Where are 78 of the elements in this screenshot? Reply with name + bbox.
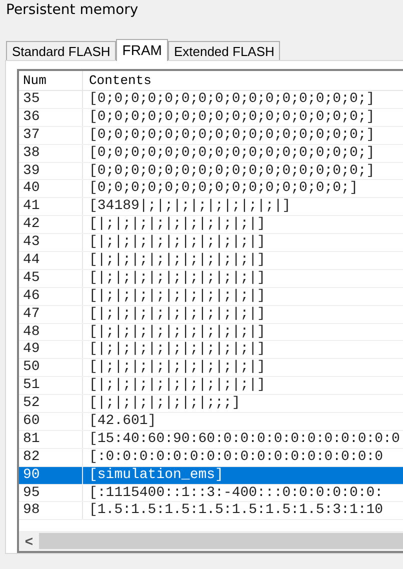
num-cell: 44: [19, 252, 83, 269]
horizontal-scrollbar[interactable]: <: [19, 531, 403, 551]
table-row[interactable]: 48 [|;|;|;|;|;|;|;|;|;|]: [19, 324, 403, 342]
num-cell: 47: [19, 306, 83, 323]
num-cell: 43: [19, 234, 83, 252]
table-row[interactable]: 37 [0;0;0;0;0;0;0;0;0;0;0;0;0;0;0;0;]: [19, 126, 403, 145]
num-cell: 42: [19, 216, 83, 234]
table-row[interactable]: 42 [|;|;|;|;|;|;|;|;|;|]: [19, 216, 403, 234]
table-row[interactable]: 36 [0;0;0;0;0;0;0;0;0;0;0;0;0;0;0;0;]: [19, 108, 403, 127]
num-cell: 52: [19, 395, 83, 412]
table-row[interactable]: 43 [|;|;|;|;|;|;|;|;|;|]: [19, 234, 403, 252]
contents-cell-text: [0;0;0;0;0;0;0;0;0;0;0;0;0;0;0;0;]: [88, 162, 375, 180]
contents-cell-text: [1.5:1.5:1.5:1.5:1.5:1.5:1.5:3:1:10: [88, 502, 384, 520]
table-row[interactable]: 39 [0;0;0;0;0;0;0;0;0;0;0;0;0;0;0;0;]: [19, 162, 403, 180]
contents-cell-text: [:0:0:0:0:0:0:0:0:0:0:0:0:0:0:0:0:0: [88, 448, 384, 466]
table-row[interactable]: 50 [|;|;|;|;|;|;|;|;|;|]: [19, 359, 403, 378]
contents-cell-text: [|;|;|;|;|;|;|;|;|;|]: [88, 234, 266, 252]
contents-cell-text: [|;|;|;|;|;|;|;|;|;|]: [88, 288, 266, 305]
num-cell: 38: [19, 144, 83, 162]
num-cell: 36: [19, 108, 83, 126]
num-cell: 35: [19, 91, 83, 108]
table-row[interactable]: 52 [|;|;|;|;|;|;|;;;]: [19, 395, 403, 414]
num-cell: 81: [19, 430, 83, 448]
table-row[interactable]: 95 [:1115400::1::3:-400:::0:0:0:0:0:0:: [19, 484, 403, 502]
column-header[interactable]: Contents: [83, 71, 152, 90]
contents-cell-text: [|;|;|;|;|;|;|;;;]: [88, 395, 240, 412]
contents-cell-text: [34189|;|;|;|;|;|;|;|;|]: [88, 198, 291, 216]
table-row[interactable]: 46 [|;|;|;|;|;|;|;|;|;|]: [19, 288, 403, 306]
num-cell: 48: [19, 324, 83, 340]
contents-cell-text: [:1115400::1::3:-400:::0:0:0:0:0:0:: [88, 484, 384, 502]
num-cell: 50: [19, 359, 83, 376]
table-row[interactable]: 98 [1.5:1.5:1.5:1.5:1.5:1.5:1.5:3:1:10: [19, 502, 403, 520]
tab[interactable]: Extended FLASH: [168, 41, 280, 60]
table-row[interactable]: 49 [|;|;|;|;|;|;|;|;|;|]: [19, 341, 403, 360]
num-cell: 98: [19, 502, 83, 520]
contents-cell-text: [0;0;0;0;0;0;0;0;0;0;0;0;0;0;0;0;]: [88, 91, 375, 108]
num-cell: 95: [19, 484, 83, 502]
num-cell: 49: [19, 341, 83, 358]
contents-cell-text: [|;|;|;|;|;|;|;|;|;|]: [88, 270, 266, 287]
table-row[interactable]: 35 [0;0;0;0;0;0;0;0;0;0;0;0;0;0;0;0;]: [19, 91, 403, 109]
contents-cell-text: [0;0;0;0;0;0;0;0;0;0;0;0;0;0;0;]: [88, 180, 358, 198]
num-cell: 39: [19, 162, 83, 180]
contents-cell-text: [|;|;|;|;|;|;|;|;|;|]: [88, 341, 266, 358]
table-row[interactable]: 81 [15:40:60:90:60:0:0:0:0:0:0:0:0:0:0:0: [19, 430, 403, 449]
table-row[interactable]: 40 [0;0;0;0;0;0;0;0;0;0;0;0;0;0;0;]: [19, 180, 403, 198]
table-row[interactable]: 45 [|;|;|;|;|;|;|;|;|;|]: [19, 270, 403, 288]
num-cell: 46: [19, 288, 83, 305]
table-row[interactable]: 51 [|;|;|;|;|;|;|;|;|;|]: [19, 377, 403, 396]
contents-cell-text: [simulation_ems]: [88, 466, 224, 484]
contents-cell-text: [|;|;|;|;|;|;|;|;|;|]: [88, 359, 266, 376]
contents-cell-text: [0;0;0;0;0;0;0;0;0;0;0;0;0;0;0;0;]: [88, 144, 375, 162]
num-cell: 45: [19, 270, 83, 287]
contents-cell-text: [|;|;|;|;|;|;|;|;|;|]: [88, 324, 266, 340]
num-cell: 60: [19, 413, 83, 430]
contents-cell-text: [0;0;0;0;0;0;0;0;0;0;0;0;0;0;0;0;]: [88, 108, 375, 126]
num-cell: 41: [19, 198, 83, 216]
num-cell: 90: [19, 466, 83, 484]
table-row[interactable]: 90 [simulation_ems]: [19, 466, 403, 485]
contents-cell-text: [15:40:60:90:60:0:0:0:0:0:0:0:0:0:0:0: [88, 430, 400, 448]
num-cell: 82: [19, 448, 83, 466]
table-row[interactable]: 44 [|;|;|;|;|;|;|;|;|;|]: [19, 252, 403, 270]
table-row[interactable]: 38 [0;0;0;0;0;0;0;0;0;0;0;0;0;0;0;0;]: [19, 144, 403, 163]
table-row[interactable]: 60 [42.601]: [19, 413, 403, 431]
contents-cell-text: [|;|;|;|;|;|;|;|;|;|]: [88, 377, 266, 394]
num-cell: 40: [19, 180, 83, 198]
table-row[interactable]: 41 [34189|;|;|;|;|;|;|;|;|]: [19, 198, 403, 216]
table-row[interactable]: 47 [|;|;|;|;|;|;|;|;|;|]: [19, 306, 403, 324]
tab[interactable]: FRAM: [116, 39, 168, 61]
contents-cell-text: [42.601]: [88, 413, 156, 430]
tab[interactable]: Standard FLASH: [6, 41, 116, 60]
window-title: Persistent memory: [5, 1, 140, 20]
column-header[interactable]: Num: [19, 71, 83, 90]
num-cell: 51: [19, 377, 83, 394]
contents-cell-text: [|;|;|;|;|;|;|;|;|;|]: [88, 216, 266, 234]
contents-cell-text: [|;|;|;|;|;|;|;|;|;|]: [88, 306, 266, 323]
contents-cell-text: [0;0;0;0;0;0;0;0;0;0;0;0;0;0;0;0;]: [88, 126, 375, 144]
num-cell: 37: [19, 126, 83, 144]
contents-cell-text: [|;|;|;|;|;|;|;|;|;|]: [88, 252, 266, 269]
